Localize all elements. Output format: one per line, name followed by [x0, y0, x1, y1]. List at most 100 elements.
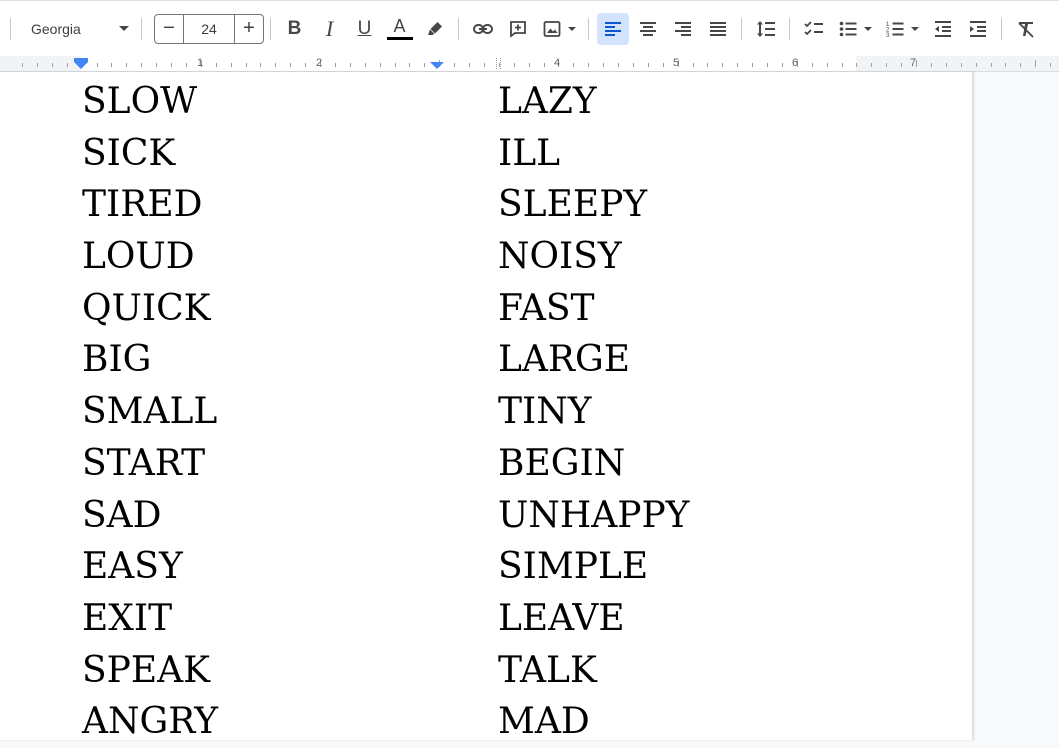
document-page[interactable]: SLOW SICK TIRED LOUD QUICK BIG SMALL START SAD EA…: [0, 72, 973, 742]
ruler-tick: [379, 63, 381, 67]
ruler-tick: [1035, 60, 1037, 67]
font-size-input[interactable]: [184, 13, 234, 44]
document-line: SAD: [82, 494, 162, 536]
ruler-tick: [632, 63, 634, 67]
line-spacing-icon: [756, 20, 775, 37]
decrease-font-size-button[interactable]: −: [154, 13, 184, 44]
document-line: TINY: [498, 391, 592, 433]
toolbar-separator: [458, 17, 459, 40]
document-line: EASY: [82, 546, 183, 588]
ruler-tick: [364, 63, 366, 67]
italic-button[interactable]: I: [314, 13, 346, 45]
insert-link-button[interactable]: [467, 13, 499, 45]
horizontal-ruler[interactable]: 1 2 4 5 6 7: [0, 56, 1059, 72]
ruler-tick: [960, 63, 962, 67]
bulleted-list-button[interactable]: [833, 13, 877, 45]
ruler-tick: [990, 63, 992, 67]
checklist-icon: [803, 20, 823, 35]
document-line: ILL: [498, 132, 561, 174]
left-indent-marker[interactable]: [74, 62, 88, 69]
ruler-tick: [469, 63, 470, 67]
ruler-tick: [51, 63, 53, 67]
ruler-tick: [409, 63, 411, 67]
highlighter-icon: [427, 21, 442, 35]
bold-button[interactable]: B: [279, 13, 311, 45]
text-color-icon: A: [393, 16, 406, 36]
align-left-button[interactable]: [596, 12, 629, 45]
document-line: LARGE: [498, 339, 631, 381]
ruler-tick: [722, 63, 724, 67]
tab-stop-marker[interactable]: [430, 62, 444, 69]
decrease-indent-button[interactable]: [927, 13, 959, 45]
toolbar-separator: [10, 17, 11, 40]
toolbar-separator: [789, 17, 790, 40]
document-line: BEGIN: [498, 442, 626, 484]
ruler-tick: [483, 63, 485, 67]
ruler-tick: [841, 63, 843, 67]
ruler-tick: [141, 63, 143, 67]
document-line: QUICK: [82, 287, 211, 329]
ruler-number: 4: [553, 57, 561, 69]
ruler-tick: [394, 63, 396, 67]
text-color-swatch: [386, 37, 413, 40]
column-divider-marker[interactable]: [496, 58, 501, 69]
ruler-tick: [1050, 63, 1052, 67]
formatting-toolbar: Georgia − + B I U A: [0, 0, 1059, 56]
add-comment-button[interactable]: [502, 13, 534, 45]
toolbar-separator: [741, 17, 742, 40]
increase-indent-button[interactable]: [962, 13, 994, 45]
checklist-button[interactable]: [798, 13, 830, 45]
underline-button[interactable]: U: [349, 13, 381, 45]
text-color-button[interactable]: A: [384, 13, 416, 45]
ruler-tick: [692, 63, 694, 67]
ruler-tick: [871, 63, 873, 67]
ruler-tick: [618, 63, 619, 67]
ruler-tick: [856, 63, 858, 67]
document-line: FAST: [498, 287, 595, 329]
clear-formatting-icon: [1017, 21, 1034, 38]
highlight-color-button[interactable]: [419, 13, 451, 45]
insert-image-button[interactable]: [537, 13, 581, 45]
document-line: START: [82, 442, 206, 484]
document-line: BIG: [82, 339, 152, 381]
bold-icon: B: [287, 17, 302, 39]
numbered-list-button[interactable]: 1 2 3: [880, 13, 924, 45]
document-line: MAD: [498, 701, 590, 743]
ruler-tick: [185, 63, 187, 67]
document-line: SIMPLE: [498, 546, 649, 588]
ruler-tick: [126, 63, 128, 67]
chevron-down-icon: [119, 26, 129, 31]
ruler-tick: [245, 63, 247, 67]
ruler-tick: [230, 63, 232, 67]
clear-formatting-button[interactable]: [1010, 13, 1042, 45]
ruler-tick: [66, 63, 68, 67]
ruler-number: 1: [196, 57, 204, 69]
document-line: LOUD: [82, 236, 195, 278]
align-center-button[interactable]: [632, 13, 664, 45]
document-line: LEAVE: [498, 597, 625, 639]
ruler-tick: [528, 63, 530, 67]
ruler-tick: [96, 63, 98, 67]
ruler-tick: [1005, 63, 1007, 67]
ruler-tick: [260, 63, 262, 67]
ruler-tick: [975, 63, 977, 67]
ruler-tick: [945, 63, 947, 67]
document-line: EXIT: [82, 597, 173, 639]
ruler-tick: [573, 63, 575, 67]
left-word-column: SLOW SICK TIRED LOUD QUICK BIG SMALL START SAD EA…: [82, 76, 218, 748]
font-family-select[interactable]: Georgia: [17, 14, 135, 44]
document-line: TALK: [498, 649, 597, 691]
increase-font-size-button[interactable]: +: [234, 13, 264, 44]
ruler-tick: [513, 63, 515, 67]
document-line: SLOW: [82, 81, 198, 122]
align-right-button[interactable]: [667, 13, 699, 45]
align-justify-button[interactable]: [702, 13, 734, 45]
align-left-icon: [604, 21, 621, 36]
document-line: SLEEPY: [498, 184, 648, 226]
line-spacing-button[interactable]: [750, 13, 782, 45]
document-line: UNHAPPY: [498, 494, 690, 536]
toolbar-separator: [1001, 17, 1002, 40]
font-size-control: − +: [154, 13, 264, 44]
ruler-tick: [1020, 63, 1022, 67]
ruler-tick: [901, 63, 903, 67]
